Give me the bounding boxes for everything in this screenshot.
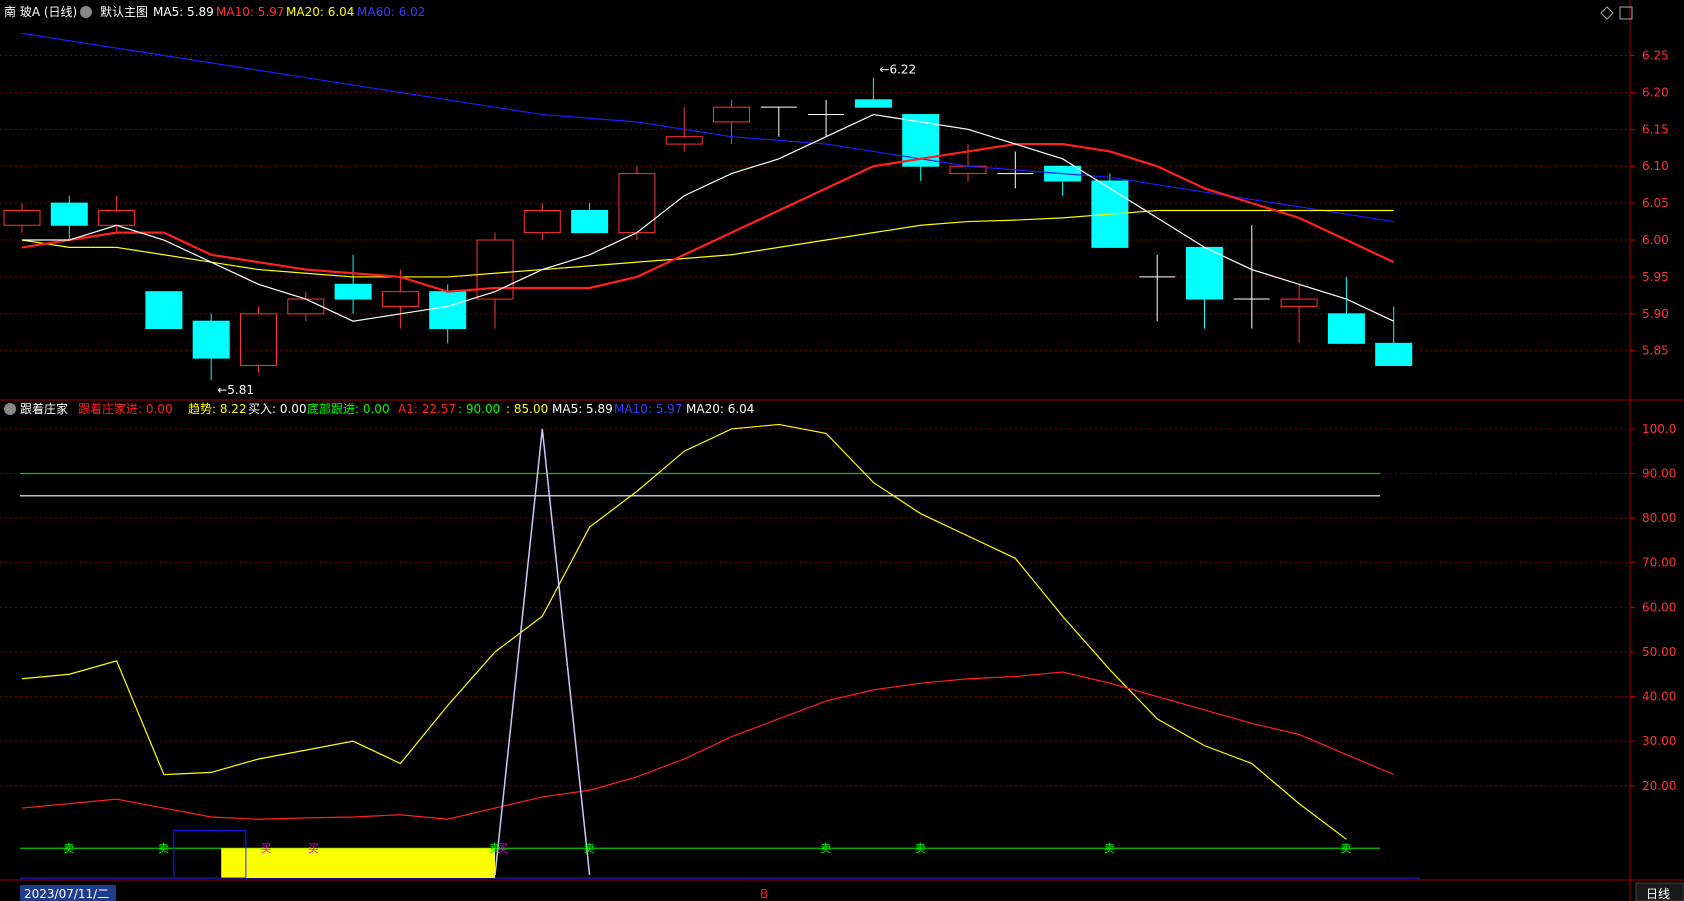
candle-body xyxy=(1280,298,1318,307)
main-tick-label: 6.10 xyxy=(1642,159,1669,173)
sub-tick-label: 70.00 xyxy=(1642,556,1676,570)
legend-sub-ma5: MA5: 5.89 xyxy=(552,402,613,416)
candle-body xyxy=(476,239,514,300)
main-tick-label: 5.95 xyxy=(1642,270,1669,284)
main-tick-label: 6.15 xyxy=(1642,122,1669,136)
sell-signal: 卖 xyxy=(158,842,169,855)
chevron-down-icon[interactable] xyxy=(80,6,92,18)
main-tick-label: 6.00 xyxy=(1642,233,1669,247)
sub-tick-label: 90.00 xyxy=(1642,467,1676,481)
candle-body xyxy=(381,291,419,307)
candle-body xyxy=(1327,313,1365,344)
candle-body xyxy=(429,291,467,330)
legend-trend: 趋势: 8.22 xyxy=(188,402,247,416)
candle-body xyxy=(240,313,277,366)
price-annotation: ←6.22 xyxy=(879,63,916,77)
candle-body xyxy=(145,291,183,330)
sub-tick-label: 50.00 xyxy=(1642,645,1676,659)
candle-body xyxy=(50,202,88,226)
sub-tick-label: 60.00 xyxy=(1642,600,1676,614)
sub-tick-label: 80.00 xyxy=(1642,511,1676,525)
entry-line xyxy=(21,671,1394,820)
legend-a1-a: A1: 22.57 xyxy=(398,402,456,416)
sell-signal: 卖 xyxy=(1340,842,1351,855)
main-tick-label: 6.20 xyxy=(1642,85,1669,99)
sell-signal: 卖 xyxy=(584,842,595,855)
main-indicator-label[interactable]: 默认主图 xyxy=(100,4,148,19)
stock-name: 南 玻A (日线) xyxy=(4,4,77,19)
sub-tick-label: 30.00 xyxy=(1642,734,1676,748)
current-date: 2023/07/11/二 xyxy=(24,887,109,901)
main-tick-label: 5.85 xyxy=(1642,344,1669,358)
candle-body xyxy=(3,210,41,226)
candle-body xyxy=(334,283,372,300)
candle-body xyxy=(665,136,703,145)
ma60-line xyxy=(21,32,1394,223)
legend-bottom: 底部跟进: 0.00 xyxy=(307,401,390,416)
candle-body xyxy=(287,298,325,315)
main-tick-label: 6.05 xyxy=(1642,196,1669,210)
legend-ma20: MA20: 6.04 xyxy=(286,5,354,19)
buy-signal: 买 xyxy=(497,842,508,855)
sub-tick-label: 40.00 xyxy=(1642,690,1676,704)
candle-body xyxy=(192,320,230,359)
legend-buy: 买入: 0.00 xyxy=(248,402,307,416)
price-annotation: ←5.81 xyxy=(217,383,254,397)
trend-line xyxy=(21,423,1347,840)
candle-body xyxy=(571,210,609,234)
diamond-icon[interactable] xyxy=(1600,6,1614,20)
candle-body xyxy=(1375,342,1413,366)
indicator-name: 跟着庄家 xyxy=(20,401,68,416)
sell-signal: 卖 xyxy=(915,842,926,855)
main-price-panel[interactable]: ←6.22 ←5.81 xyxy=(3,32,1413,397)
candle-body xyxy=(98,210,136,226)
buy-signal: 买 xyxy=(308,842,319,855)
legend-ma5: MA5: 5.89 xyxy=(153,5,214,19)
legend-sub-ma20: MA20: 6.04 xyxy=(686,402,754,416)
candle-body xyxy=(523,210,561,234)
main-tick-label: 5.90 xyxy=(1642,307,1669,321)
sell-signal: 卖 xyxy=(820,842,831,855)
period-button-label[interactable]: 日线 xyxy=(1646,887,1670,901)
legend-ma10: MA10: 5.97 xyxy=(216,5,284,19)
candle-body xyxy=(854,99,892,108)
legend-a1-b: : 90.00 xyxy=(458,402,500,416)
stock-chart[interactable]: ←6.22 ←5.81 卖卖卖卖卖卖卖卖买买买 5.85 5.90 5.95 6.00 6… xyxy=(0,0,1684,901)
buy-signal: 买 xyxy=(261,842,272,855)
sub-tick-label: 20.00 xyxy=(1642,779,1676,793)
candle-body xyxy=(713,106,750,123)
legend-entry: 跟着庄家进: 0.00 xyxy=(78,401,173,416)
chevron-down-icon[interactable] xyxy=(4,403,16,415)
sell-signal: 卖 xyxy=(63,842,74,855)
main-tick-label: 6.25 xyxy=(1642,49,1669,63)
indicator-panel[interactable]: 卖卖卖卖卖卖卖卖买买买 xyxy=(20,423,1420,879)
footer-marker: B xyxy=(760,887,768,901)
y-axis-ticks: 5.85 5.90 5.95 6.00 6.05 6.10 6.15 6.20 6.25 20.0… xyxy=(1630,49,1676,793)
sell-signal: 卖 xyxy=(1104,842,1115,855)
sub-tick-label: 100.0 xyxy=(1642,422,1676,436)
legend-sub-ma10: MA10: 5.97 xyxy=(614,402,682,416)
legend-ma60: MA60: 6.02 xyxy=(357,5,425,19)
legend-a1-c: : 85.00 xyxy=(506,402,548,416)
candle-body xyxy=(1186,246,1223,300)
